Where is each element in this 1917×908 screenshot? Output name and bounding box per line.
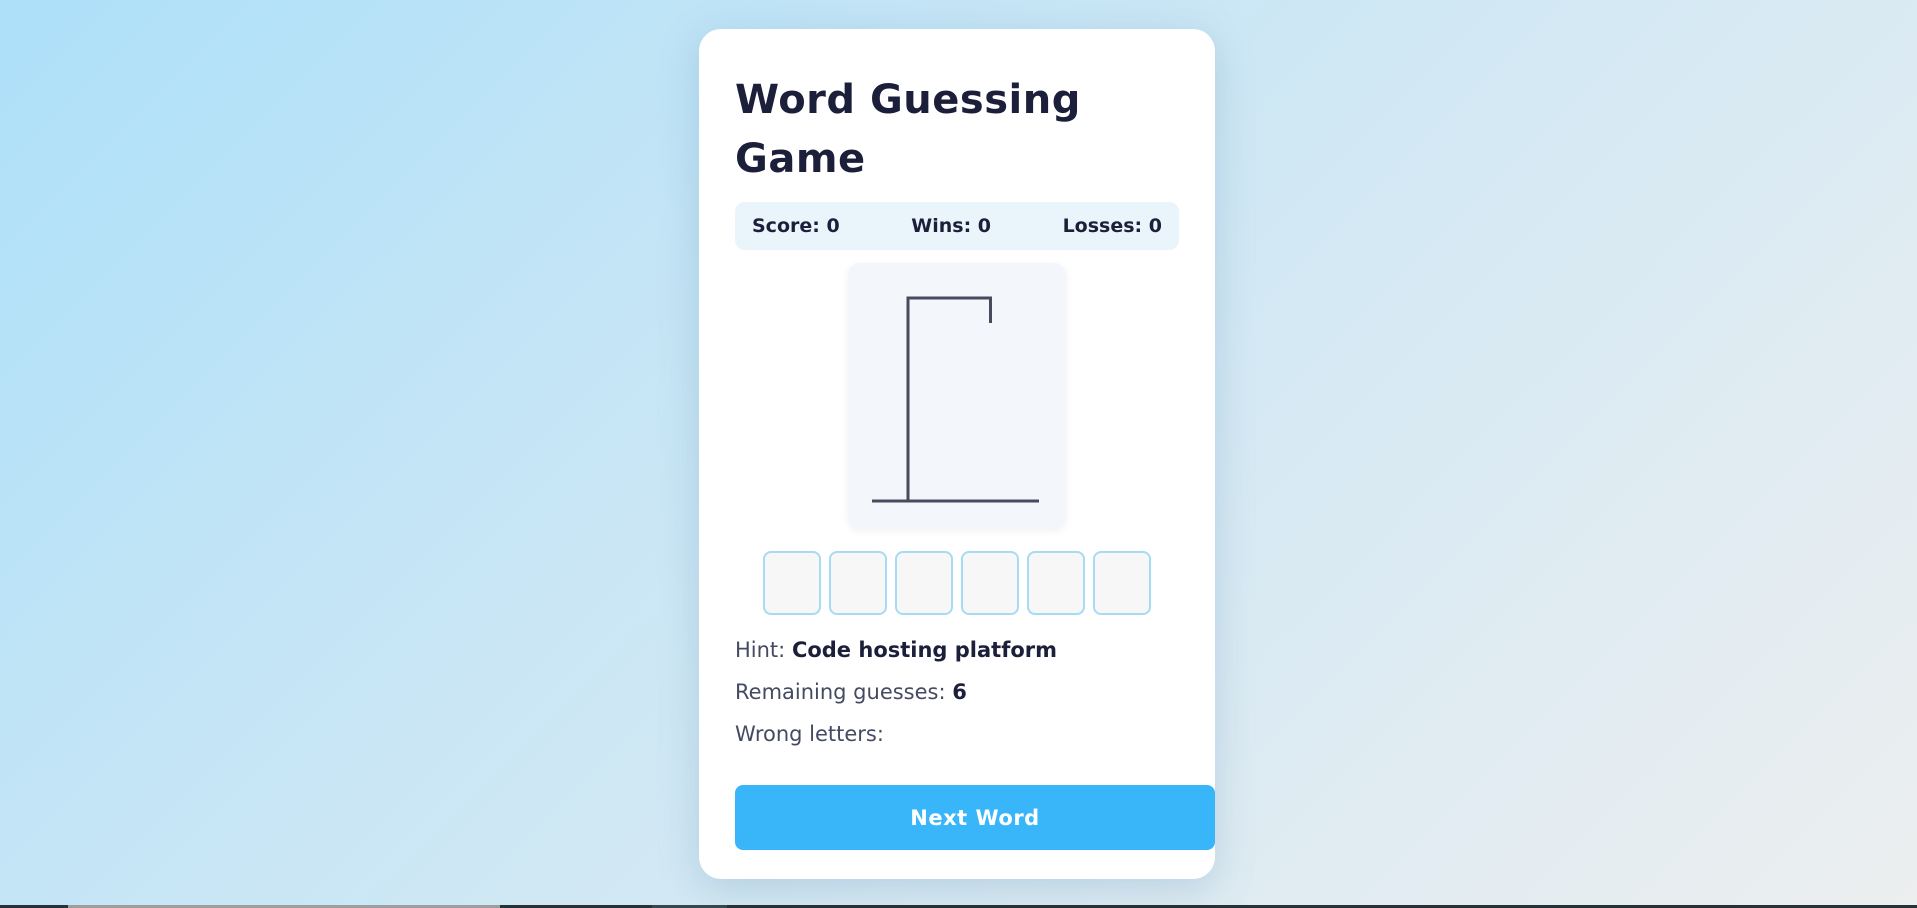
letter-slot xyxy=(1093,551,1151,615)
score-stat: Score: 0 xyxy=(752,215,840,237)
remaining-guesses-line: Remaining guesses: 6 xyxy=(735,680,967,704)
word-slots xyxy=(763,551,1151,615)
hint-value: Code hosting platform xyxy=(791,638,1058,662)
letter-slot xyxy=(1027,551,1085,615)
hangman-drawing xyxy=(848,263,1066,529)
letter-slot xyxy=(895,551,953,615)
letter-slot xyxy=(961,551,1019,615)
stats-bar: Score: 0 Wins: 0 Losses: 0 xyxy=(735,202,1179,250)
losses-stat: Losses: 0 xyxy=(1062,215,1162,237)
letter-slot xyxy=(763,551,821,615)
remaining-value: 6 xyxy=(952,680,967,704)
hint-label: Hint: xyxy=(735,638,786,662)
game-card: Word Guessing Game Score: 0 Wins: 0 Loss… xyxy=(699,29,1215,879)
game-title: Word Guessing Game xyxy=(735,77,1081,182)
letter-slot xyxy=(829,551,887,615)
wins-stat: Wins: 0 xyxy=(911,215,992,237)
hint-line: Hint: Code hosting platform xyxy=(735,638,1057,662)
wrong-letters-label: Wrong letters: xyxy=(735,722,884,746)
next-word-button[interactable]: Next Word xyxy=(735,785,1215,850)
remaining-label: Remaining guesses: xyxy=(735,680,946,704)
wrong-letters-line: Wrong letters: xyxy=(735,722,884,746)
